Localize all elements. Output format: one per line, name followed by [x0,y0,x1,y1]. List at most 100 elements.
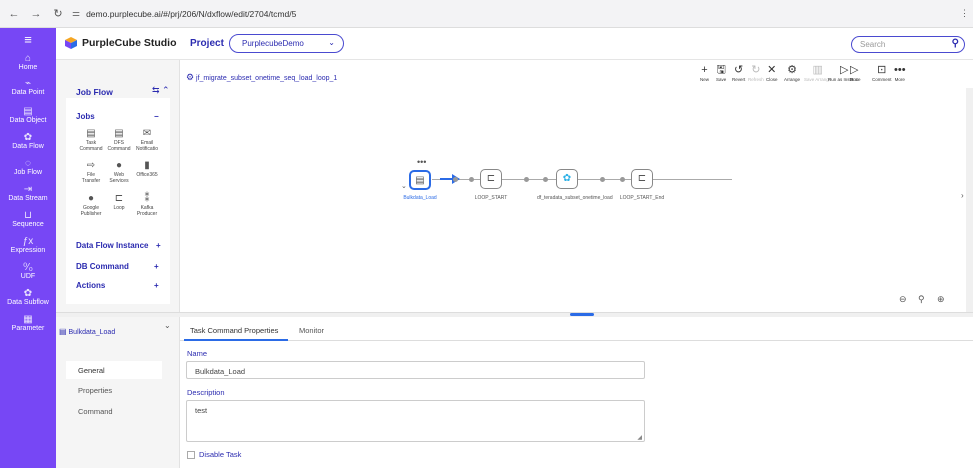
zoom-in-icon[interactable]: ⊕ [937,294,945,305]
toolbar-label: Revert [732,77,746,82]
node-loop-start-end[interactable]: ⊏ [631,169,653,189]
tool-web-services[interactable]: ● Web Services [106,160,132,184]
rail-item-data-point[interactable]: ⌁ Data Point [0,78,56,97]
rail-item-data-flow[interactable]: ✿ Data Flow [0,132,56,151]
section-data-flow-instance[interactable]: Data Flow Instance + [76,241,161,250]
toolbar-label: Save [716,77,727,82]
description-label: Description [187,388,225,397]
tool-dfs-command[interactable]: ▤ DFS Command [106,128,132,152]
search-input[interactable]: Search ⚲ [851,36,965,53]
disable-task-checkbox[interactable]: Disable Task [187,450,241,459]
nav-general[interactable]: General [66,361,162,379]
rail-item-udf[interactable]: ⁰⁄₀ UDF [0,262,56,281]
project-select[interactable]: PurplecubeDemo ⌄ [229,34,344,53]
rail-item-data-stream[interactable]: ⇥ Data Stream [0,184,56,203]
minus-icon[interactable]: − [154,112,159,121]
node-df-teradata[interactable]: ✿ [556,169,578,189]
toolbar-more-button[interactable]: ••• More [894,64,906,82]
toolbar-save-button[interactable]: 🖫 Save [716,64,726,82]
hamburger-icon[interactable]: ≡ [0,28,56,50]
rail-item-job-flow[interactable]: ◌ Job Flow [0,158,56,177]
task-command-icon: ▤ [415,175,425,186]
file-transfer-icon: ⇨ [86,160,96,171]
data-flow-icon: ✿ [23,132,33,143]
loop-icon: ⊏ [637,173,647,184]
collapse-panel-icon[interactable]: ⇆ ⌃ [152,85,170,96]
rail-item-parameter[interactable]: ▦ Parameter [0,314,56,333]
arrange-icon: ⚙ [787,64,797,76]
tab-task-command-properties[interactable]: Task Command Properties [190,326,278,335]
rail-item-data-object[interactable]: ▤ Data Object [0,106,56,125]
app-logo[interactable]: PurpleCube Studio [64,36,177,50]
address-bar[interactable]: ⚌ demo.purplecube.ai/#/prj/206/N/dxflow/… [72,4,592,24]
canvas-scrollbar[interactable] [966,88,973,312]
jobs-section[interactable]: Jobs − [76,112,159,121]
toolbar-new-button[interactable]: + New [700,64,709,82]
plus-icon[interactable]: + [154,262,159,271]
reload-icon[interactable]: ↻ [50,7,66,20]
dfs-command-icon: ▤ [114,128,124,139]
zoom-out-icon[interactable]: ⊖ [899,294,907,305]
tool-office365[interactable]: ▮ Office365 [134,160,160,178]
toolbar-comment-button[interactable]: ⊡ Comment [872,64,892,82]
zoom-fit-icon[interactable]: ⚲ [918,294,925,305]
project-label: Project [190,38,224,49]
tool-email-notification[interactable]: ✉ Email Notificatio [134,128,160,152]
nav-command[interactable]: Command [66,402,162,420]
task-command-icon: ▤ [59,327,67,336]
node-expand-icon[interactable]: ⌄ [401,182,407,190]
toolbar-close-button[interactable]: ✕ Close [766,64,778,82]
node-label: df_teradata_subset_onetime_load [537,195,613,201]
node-loop-start[interactable]: ⊏ [480,169,502,189]
resize-grip[interactable] [570,313,594,316]
chevron-down-icon[interactable]: ⌄ [164,321,171,330]
name-field[interactable]: Bulkdata_Load [186,361,645,379]
flow-connector [432,179,732,180]
email-notification-icon: ✉ [142,128,152,139]
site-info-icon[interactable]: ⚌ [72,8,80,19]
section-actions[interactable]: Actions + [76,281,159,290]
job-flow-panel: Job Flow ⇆ ⌃ Jobs − ▤ Task Command ▤ DFS Comma… [56,60,180,312]
nav-properties[interactable]: Properties [66,381,162,399]
connector-dot [469,177,474,182]
rail-item-sequence[interactable]: ⊔ Sequence [0,210,56,229]
data-object-icon: ▤ [23,106,33,117]
checkbox-box[interactable] [187,450,195,459]
tool-kafka-producer[interactable]: ⁑ Kafka Producer [134,193,160,217]
collapse-right-icon[interactable]: › [961,191,964,200]
resize-handle-icon[interactable]: ◢ [637,434,642,441]
browser-menu-icon[interactable]: ⋮ [960,8,969,19]
forward-icon[interactable]: → [28,8,44,20]
tool-file-transfer[interactable]: ⇨ File Transfer [78,160,104,184]
toolbar-refresh-button[interactable]: ↻ Refresh [748,64,764,82]
toolbar-revert-button[interactable]: ↺ Revert [732,64,745,82]
connector-dot [600,177,605,182]
tab-monitor[interactable]: Monitor [299,326,324,335]
job-flow-title: Job Flow [76,87,113,97]
search-icon[interactable]: ⚲ [952,38,959,49]
toolbar-run-button[interactable]: ▷ Run [850,64,858,82]
flow-canvas[interactable]: ••• ⌄ ▤ Bulkdata_Load ⊏ LOOP_START ✿ df_… [180,88,966,312]
tool-label: Publisher [80,211,102,217]
plus-icon[interactable]: + [156,241,161,250]
udf-icon: ⁰⁄₀ [23,262,33,273]
tool-task-command[interactable]: ▤ Task Command [78,128,104,152]
tool-google-publisher[interactable]: ● Google Publisher [78,193,104,217]
section-db-command[interactable]: DB Command + [76,262,159,271]
plus-icon[interactable]: + [154,281,159,290]
data-point-icon: ⌁ [24,78,32,89]
rail-item-expression[interactable]: ƒx Expression [0,236,56,255]
task-command-icon: ▤ [86,128,96,139]
rail-item-home[interactable]: ⌂ Home [0,53,56,72]
revert-icon: ↺ [734,64,744,76]
back-icon[interactable]: ← [6,8,22,20]
toolbar-arrange-button[interactable]: ⚙ Arrange [784,64,800,82]
google-publisher-icon: ● [87,193,95,204]
rail-item-data-subflow[interactable]: ✿ Data Subflow [0,288,56,307]
node-more-icon[interactable]: ••• [417,157,426,167]
node-bulkdata-load[interactable]: ▤ [409,170,431,190]
tool-loop[interactable]: ⊏ Loop [106,193,132,211]
description-field[interactable]: test ◢ [186,400,645,442]
tool-label: Office365 [136,172,158,178]
save-icon: 🖫 [716,64,726,76]
